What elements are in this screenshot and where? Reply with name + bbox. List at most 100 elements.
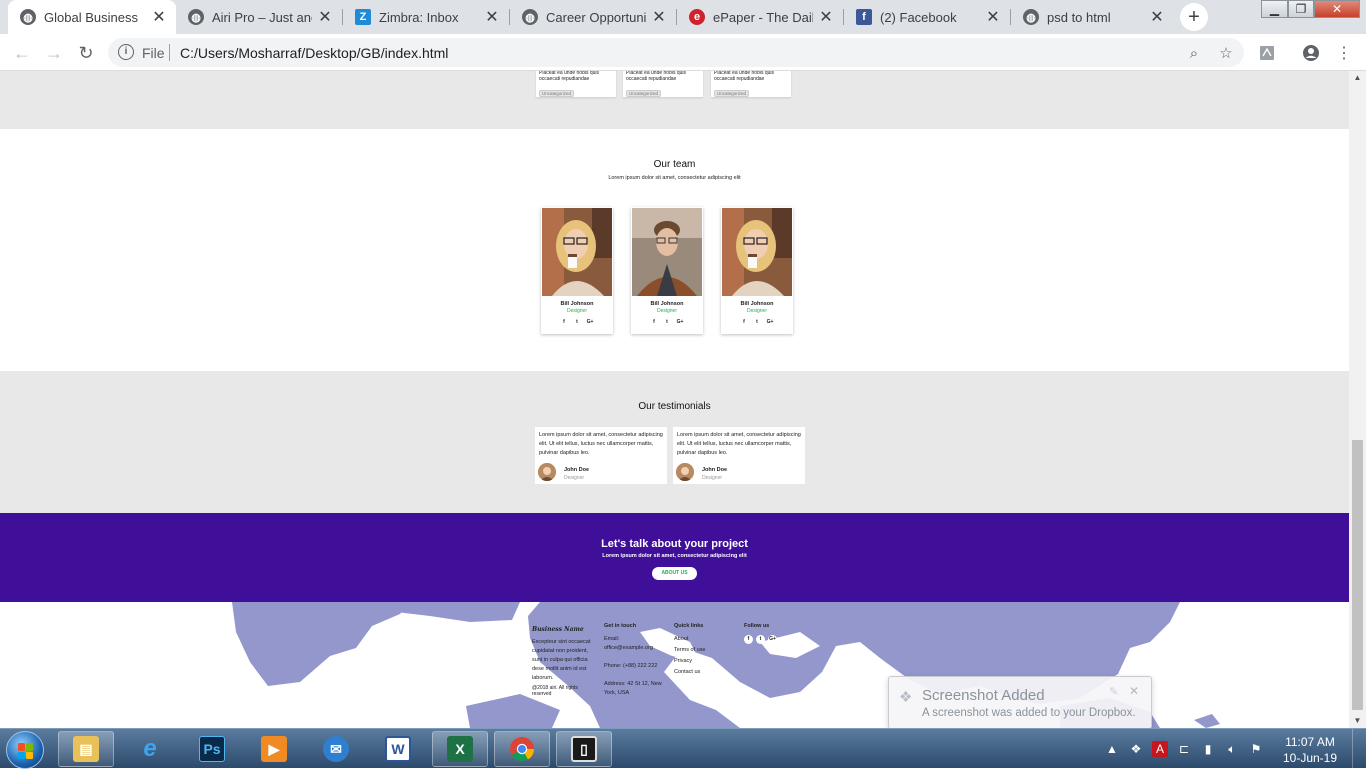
- maximize-button[interactable]: ❐: [1288, 0, 1314, 18]
- close-tab-icon[interactable]: ✕: [152, 7, 166, 27]
- footer-link-about[interactable]: About: [674, 635, 740, 644]
- google-plus-icon[interactable]: G+: [768, 635, 777, 644]
- address-url[interactable]: C:/Users/Mosharraf/Desktop/GB/index.html: [180, 45, 448, 61]
- tab-facebook[interactable]: f (2) Facebook ✕: [844, 0, 1010, 34]
- tab-psd-to-html[interactable]: ◍ psd to html ✕: [1011, 0, 1174, 34]
- testimonial-role: Designer: [702, 475, 723, 481]
- reload-icon[interactable]: ↻: [73, 40, 99, 66]
- testimonials-title: Our testimonials: [638, 401, 711, 412]
- usb-tray-icon[interactable]: ⊏: [1176, 741, 1192, 757]
- minimize-button[interactable]: ▁: [1261, 0, 1288, 18]
- notification-body: A screenshot was added to your Dropbox.: [922, 707, 1136, 719]
- address-bar[interactable]: i File C:/Users/Mosharraf/Desktop/GB/ind…: [108, 38, 1244, 67]
- about-us-button[interactable]: ABOUT US: [652, 567, 697, 580]
- blog-section: Placeat ea unde nobis quis occaecati rep…: [0, 71, 1349, 129]
- taskbar-explorer[interactable]: ▤: [58, 731, 114, 767]
- action-center-flag-icon[interactable]: ⚑: [1248, 741, 1264, 757]
- footer-link-privacy[interactable]: Privacy: [674, 657, 740, 666]
- facebook-icon[interactable]: f: [559, 318, 569, 327]
- close-tab-icon[interactable]: ✕: [1150, 7, 1164, 27]
- taskbar-excel[interactable]: X: [432, 731, 488, 767]
- tab-career[interactable]: ◍ Career Opportunity ✕: [510, 0, 676, 34]
- taskbar-app-window[interactable]: ▯: [556, 731, 612, 767]
- close-icon[interactable]: ✕: [1129, 684, 1139, 698]
- footer-link-contact[interactable]: Contact us: [674, 668, 740, 677]
- footer-link-terms[interactable]: Terms of use: [674, 646, 740, 655]
- close-tab-icon[interactable]: ✕: [318, 7, 332, 27]
- dropbox-notification[interactable]: ❖ Screenshot Added A screenshot was adde…: [888, 676, 1152, 729]
- back-icon[interactable]: ←: [9, 40, 35, 66]
- volume-tray-icon[interactable]: 🔈︎: [1224, 741, 1240, 757]
- member-social: f t G+: [721, 318, 793, 327]
- network-tray-icon[interactable]: ▮: [1200, 741, 1216, 757]
- twitter-icon[interactable]: t: [752, 318, 762, 327]
- settings-icon[interactable]: ✎: [1109, 685, 1118, 698]
- start-button[interactable]: [6, 731, 44, 769]
- twitter-icon[interactable]: t: [756, 635, 765, 644]
- dropbox-tray-icon[interactable]: ❖: [1128, 741, 1144, 757]
- new-tab-button[interactable]: +: [1180, 3, 1208, 31]
- facebook-icon[interactable]: f: [744, 635, 753, 644]
- tab-zimbra[interactable]: Z Zimbra: Inbox ✕: [343, 0, 509, 34]
- page-scrollbar[interactable]: ▲ ▼: [1349, 71, 1366, 728]
- facebook-icon[interactable]: f: [739, 318, 749, 327]
- footer-links-heading: Quick links: [674, 623, 704, 629]
- page-viewport: Placeat ea unde nobis quis occaecati rep…: [0, 71, 1349, 728]
- blog-card-tag[interactable]: Uncategorized: [714, 90, 750, 97]
- taskbar-internet-explorer[interactable]: e: [122, 731, 178, 767]
- facebook-icon[interactable]: f: [649, 318, 659, 327]
- blog-card-tag[interactable]: Uncategorized: [626, 90, 662, 97]
- blog-card[interactable]: Placeat ea unde nobis quis occaecati rep…: [711, 71, 791, 97]
- google-plus-icon[interactable]: G+: [675, 318, 685, 327]
- blog-card[interactable]: Placeat ea unde nobis quis occaecati rep…: [623, 71, 703, 97]
- tab-title: ePaper - The Daily: [713, 9, 813, 25]
- close-tab-icon[interactable]: ✕: [652, 7, 666, 27]
- footer-follow-column: Follow us f t G+: [744, 622, 804, 644]
- cta-title: Let's talk about your project: [601, 538, 748, 550]
- blog-card-tag[interactable]: Uncategorized: [539, 90, 575, 97]
- testimonial-name: John Doe: [702, 467, 728, 473]
- profile-icon[interactable]: [1301, 43, 1321, 63]
- close-tab-icon[interactable]: ✕: [986, 7, 1000, 27]
- media-player-icon: ▶: [261, 736, 287, 762]
- taskbar-outlook[interactable]: ✉: [308, 731, 364, 767]
- show-desktop-button[interactable]: [1352, 729, 1366, 769]
- adobe-tray-icon[interactable]: A: [1152, 741, 1168, 757]
- taskbar-word[interactable]: W: [370, 731, 426, 767]
- chrome-icon: [509, 736, 535, 762]
- tab-epaper[interactable]: e ePaper - The Daily ✕: [677, 0, 843, 34]
- app-window-icon: ▯: [571, 736, 597, 762]
- tab-global-business[interactable]: ◍ Global Business ✕: [8, 0, 176, 34]
- epaper-icon: e: [689, 9, 705, 25]
- close-tab-icon[interactable]: ✕: [485, 7, 499, 27]
- menu-dots-icon[interactable]: ⋮: [1334, 43, 1354, 63]
- scrollbar-thumb[interactable]: [1352, 440, 1363, 710]
- tab-airi-pro[interactable]: ◍ Airi Pro – Just anoth ✕: [176, 0, 342, 34]
- close-window-button[interactable]: ✕: [1314, 0, 1360, 18]
- twitter-icon[interactable]: t: [662, 318, 672, 327]
- twitter-icon[interactable]: t: [572, 318, 582, 327]
- taskbar-photoshop[interactable]: Ps: [184, 731, 240, 767]
- scroll-down-icon[interactable]: ▼: [1349, 714, 1366, 728]
- info-icon[interactable]: i: [118, 44, 134, 60]
- google-plus-icon[interactable]: G+: [585, 318, 595, 327]
- google-plus-icon[interactable]: G+: [765, 318, 775, 327]
- forward-icon[interactable]: →: [41, 40, 67, 66]
- member-name: Bill Johnson: [560, 301, 594, 307]
- footer-email[interactable]: office@example.org: [604, 644, 670, 653]
- close-tab-icon[interactable]: ✕: [819, 7, 833, 27]
- team-member-card: Bill Johnson Designer f t G+: [721, 207, 793, 334]
- zoom-icon[interactable]: ⌕: [1185, 44, 1203, 62]
- testimonial-card: Lorem ipsum dolor sit amet, consectetur …: [673, 427, 805, 484]
- internet-explorer-icon: e: [143, 735, 157, 762]
- taskbar-chrome[interactable]: [494, 731, 550, 767]
- windows-taskbar: ▤ e Ps ▶ ✉ W X ▯ ▲ ❖ A ⊏ ▮ 🔈︎ ⚑ 11:07 AM…: [0, 728, 1366, 769]
- bookmark-star-icon[interactable]: ☆: [1217, 44, 1235, 62]
- globe-icon: ◍: [1023, 9, 1039, 25]
- show-hidden-icons[interactable]: ▲: [1104, 741, 1120, 757]
- scroll-up-icon[interactable]: ▲: [1349, 71, 1366, 85]
- taskbar-clock[interactable]: 11:07 AM 10-Jun-19: [1278, 734, 1342, 766]
- pdf-extension-icon[interactable]: [1257, 43, 1277, 63]
- blog-card[interactable]: Placeat ea unde nobis quis occaecati rep…: [536, 71, 616, 97]
- taskbar-media-player[interactable]: ▶: [246, 731, 302, 767]
